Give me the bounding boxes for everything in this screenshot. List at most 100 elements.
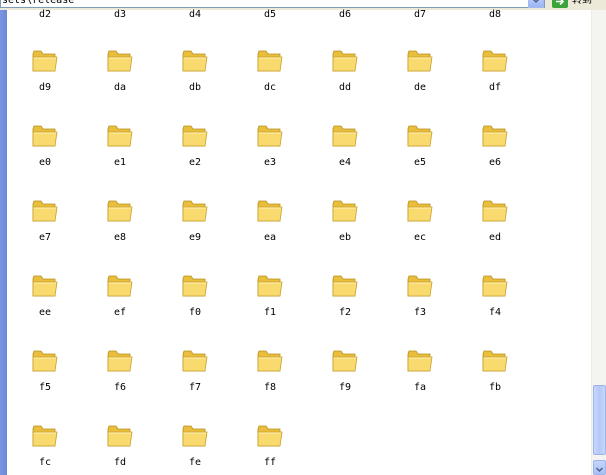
folder-icon [107, 200, 133, 222]
folder-item[interactable]: db [165, 48, 225, 93]
folder-item[interactable]: ec [390, 198, 450, 243]
folder-label: f1 [263, 307, 277, 318]
folder-label: e8 [113, 232, 127, 243]
folder-item[interactable]: f6 [90, 348, 150, 393]
folder-item[interactable]: da [90, 48, 150, 93]
folder-icon [182, 50, 208, 72]
folder-icon [107, 425, 133, 447]
folder-label: eb [338, 232, 352, 243]
folder-icon [182, 350, 208, 372]
folder-item[interactable]: e7 [15, 198, 75, 243]
folder-item[interactable]: e2 [165, 123, 225, 168]
folder-item[interactable]: e4 [315, 123, 375, 168]
folder-item[interactable]: ee [15, 273, 75, 318]
folder-label: ef [113, 307, 127, 318]
folder-label[interactable]: d5 [240, 10, 300, 20]
folder-label: db [188, 82, 202, 93]
folder-icon [32, 275, 58, 297]
folder-icon [107, 50, 133, 72]
folder-item[interactable]: ff [240, 423, 300, 468]
folder-item[interactable]: e9 [165, 198, 225, 243]
folder-item[interactable]: e5 [390, 123, 450, 168]
scroll-down-button[interactable] [593, 460, 606, 475]
folder-item[interactable]: e6 [465, 123, 525, 168]
folder-item[interactable]: f3 [390, 273, 450, 318]
folder-icon [32, 425, 58, 447]
folder-item[interactable]: fd [90, 423, 150, 468]
address-input[interactable]: sets\release [0, 0, 545, 8]
folder-item[interactable]: f0 [165, 273, 225, 318]
folder-icon [107, 275, 133, 297]
folder-item[interactable]: ef [90, 273, 150, 318]
folder-label[interactable]: d3 [90, 10, 150, 20]
folder-item[interactable]: de [390, 48, 450, 93]
task-pane-edge [0, 10, 7, 475]
folder-label: ed [488, 232, 502, 243]
folder-item[interactable]: f4 [465, 273, 525, 318]
folder-item[interactable]: f8 [240, 348, 300, 393]
folder-label: f6 [113, 382, 127, 393]
explorer-window: sets\release 转到 d2 d3 d4 d5 d6 d7 d8 d9 da db dc dd… [0, 0, 606, 475]
folder-label[interactable]: d8 [465, 10, 525, 20]
folder-item[interactable]: d9 [15, 48, 75, 93]
folder-label: dc [263, 82, 277, 93]
folder-item[interactable]: dc [240, 48, 300, 93]
vertical-scrollbar[interactable] [591, 10, 606, 475]
folder-item[interactable]: e8 [90, 198, 150, 243]
folder-icon [407, 275, 433, 297]
folder-icon [332, 125, 358, 147]
folder-item[interactable]: eb [315, 198, 375, 243]
folder-label: fa [413, 382, 427, 393]
folder-item[interactable]: ea [240, 198, 300, 243]
folder-item[interactable]: df [465, 48, 525, 93]
folder-label[interactable]: d7 [390, 10, 450, 20]
folder-label: ea [263, 232, 277, 243]
folder-icon [32, 350, 58, 372]
folder-icon [257, 275, 283, 297]
folder-icon [257, 125, 283, 147]
address-dropdown-button[interactable] [528, 0, 544, 8]
folder-item[interactable]: f2 [315, 273, 375, 318]
folder-icon [332, 275, 358, 297]
folder-item[interactable]: e3 [240, 123, 300, 168]
folder-icon [182, 125, 208, 147]
folder-item[interactable]: dd [315, 48, 375, 93]
folder-item[interactable]: f1 [240, 273, 300, 318]
folder-label: e6 [488, 157, 502, 168]
folder-label: fe [188, 457, 202, 468]
folder-item[interactable]: f7 [165, 348, 225, 393]
folder-label: e4 [338, 157, 352, 168]
folder-icon [407, 125, 433, 147]
folder-item[interactable]: fc [15, 423, 75, 468]
folder-label[interactable]: d2 [15, 10, 75, 20]
go-label: 转到 [572, 0, 592, 6]
chevron-down-icon [532, 0, 540, 4]
folder-item[interactable]: f5 [15, 348, 75, 393]
folder-label: df [488, 82, 502, 93]
folder-icon [182, 425, 208, 447]
folder-item[interactable]: e1 [90, 123, 150, 168]
folder-item[interactable]: fb [465, 348, 525, 393]
folder-label: da [113, 82, 127, 93]
folder-item[interactable]: f9 [315, 348, 375, 393]
go-button[interactable]: 转到 [550, 0, 606, 9]
folder-icon [257, 425, 283, 447]
folder-label: f0 [188, 307, 202, 318]
folder-label[interactable]: d6 [315, 10, 375, 20]
folder-label: e9 [188, 232, 202, 243]
folder-icon [407, 350, 433, 372]
scrollbar-thumb[interactable] [593, 385, 606, 455]
folder-label[interactable]: d4 [165, 10, 225, 20]
folder-item[interactable]: fa [390, 348, 450, 393]
folder-item[interactable]: fe [165, 423, 225, 468]
folder-label: f3 [413, 307, 427, 318]
folder-icon [257, 350, 283, 372]
folder-icon [32, 125, 58, 147]
folder-icon [482, 125, 508, 147]
folder-label: fd [113, 457, 127, 468]
folder-icon [182, 275, 208, 297]
folder-item[interactable]: ed [465, 198, 525, 243]
folder-item[interactable]: e0 [15, 123, 75, 168]
folder-icon [257, 200, 283, 222]
folder-label: fb [488, 382, 502, 393]
